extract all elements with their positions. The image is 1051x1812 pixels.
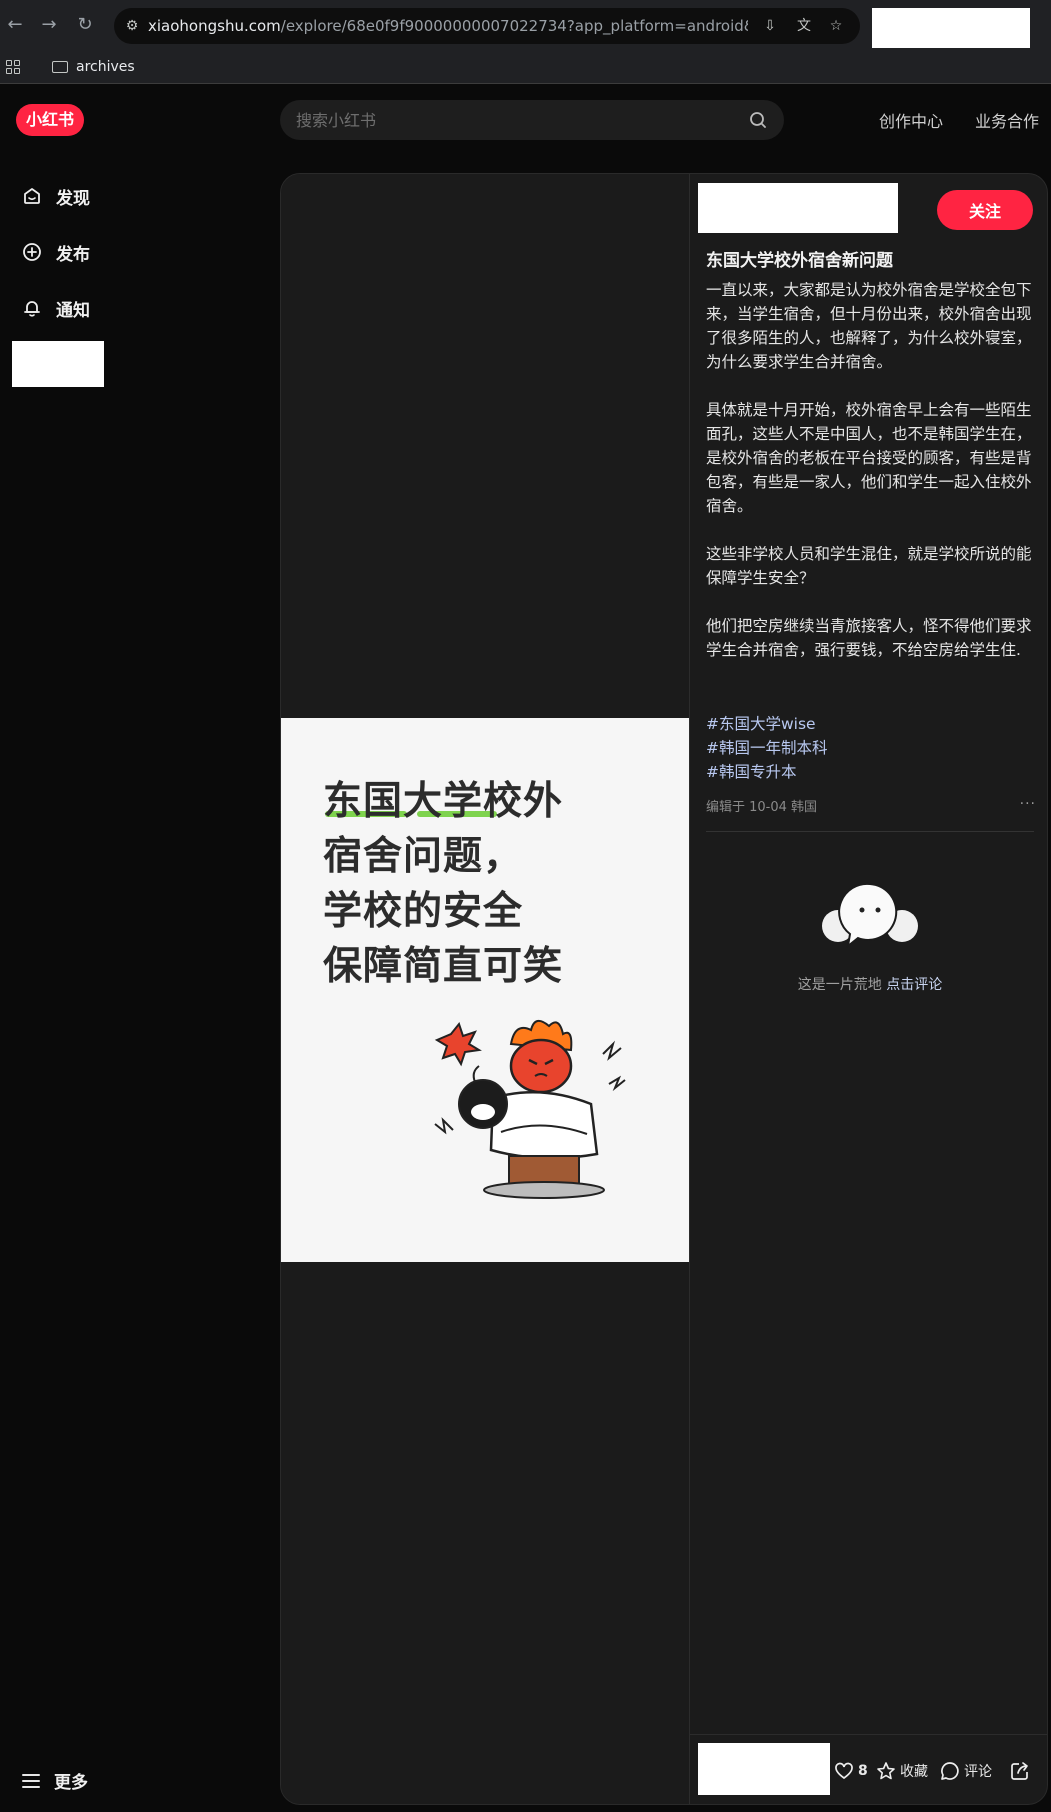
empty-comments-icon (822, 882, 918, 949)
address-bar[interactable]: ⚙ xiaohongshu.com/explore/68e0f9f9000000… (114, 8, 860, 44)
xiaohongshu-logo[interactable]: 小红书 (16, 104, 84, 136)
poster-line: 学校的安全 (323, 889, 524, 934)
note-info-panel: 关注 东国大学校外宿舍新问题 一直以来，大家都是认为校外宿舍是学校全包下来，当学… (689, 174, 1047, 1804)
tag-link[interactable]: #韩国专升本 (706, 760, 828, 784)
business-link[interactable]: 业务合作 (975, 108, 1039, 132)
star-icon[interactable]: ☆ (826, 16, 846, 36)
note-image[interactable]: 东国大学校外 宿舍问题， 学校的安全 保障简直可笑 (281, 718, 689, 1262)
back-icon[interactable]: ← (2, 12, 28, 38)
hamburger-icon (22, 1773, 40, 1788)
tag-link[interactable]: #东国大学wise (706, 712, 828, 736)
more-menu-button[interactable]: 更多 (22, 1768, 88, 1793)
share-button[interactable] (1010, 1761, 1030, 1781)
note-detail-card: 东国大学校外 宿舍问题， 学校的安全 保障简直可笑 关注 东国大学校外宿舍新问题… (280, 173, 1048, 1805)
note-description: 一直以来，大家都是认为校外宿舍是学校全包下来，当学生宿舍，但十月份出来，校外宿舍… (706, 278, 1032, 686)
url-text[interactable]: xiaohongshu.com/explore/68e0f9f900000000… (148, 17, 748, 35)
collect-label: 收藏 (900, 1764, 928, 1780)
comment-link[interactable]: 点击评论 (886, 977, 942, 993)
tag-link[interactable]: #韩国一年制本科 (706, 736, 828, 760)
creator-center-link[interactable]: 创作中心 (879, 108, 943, 132)
bell-icon (24, 301, 40, 317)
menu-icon[interactable]: ⋮ (1044, 14, 1051, 38)
reload-icon[interactable]: ↻ (72, 12, 98, 38)
share-icon (1011, 1762, 1028, 1780)
note-paragraph: 具体就是十月开始，校外宿舍早上会有一些陌生面孔，这些人不是中国人，也不是韩国学生… (706, 401, 1032, 515)
apps-icon[interactable] (6, 60, 20, 74)
sidebar-item-publish[interactable]: 发布 (22, 232, 90, 272)
comment-button[interactable]: 评论 (940, 1761, 992, 1781)
collect-button[interactable]: 收藏 (876, 1761, 928, 1781)
home-icon (24, 188, 40, 204)
sidebar-item-discover[interactable]: 发现 (22, 176, 90, 216)
empty-comments-text: 这是一片荒地 点击评论 (690, 974, 1047, 994)
install-icon[interactable]: ⇩ (760, 16, 780, 36)
angry-character-illustration (434, 1019, 626, 1199)
redacted-profile (872, 8, 1030, 48)
note-paragraph: 这些非学校人员和学生混住，就是学校所说的能保障学生安全？ (706, 545, 1032, 587)
bookmarks-bar: archives (0, 52, 1051, 84)
note-title: 东国大学校外宿舍新问题 (706, 251, 893, 271)
search-input[interactable] (296, 100, 726, 140)
folder-icon (52, 61, 68, 73)
sidebar-item-notifications[interactable]: 通知 (22, 288, 90, 328)
url-host: xiaohongshu.com (148, 17, 281, 35)
edit-date: 编辑于 10-04 韩国 (706, 800, 818, 815)
like-count: 8 (858, 1763, 868, 1779)
note-paragraph: 一直以来，大家都是认为校外宿舍是学校全包下来，当学生宿舍，但十月份出来，校外宿舍… (706, 281, 1032, 371)
poster-line: 宿舍问题， (323, 834, 524, 879)
sidebar-item-label: 通知 (56, 300, 90, 321)
sidebar-item-label: 发现 (56, 188, 90, 209)
comment-label: 评论 (964, 1764, 992, 1780)
note-paragraph: 他们把空房继续当青旅接客人，怪不得他们要求学生合并宿舍，强行要钱，不给空房给学生… (706, 617, 1032, 659)
poster-line: 东国大学校外 (323, 779, 564, 824)
url-path: /explore/68e0f9f90000000007022734?app_pl… (280, 17, 748, 35)
redacted-author[interactable] (698, 183, 898, 233)
like-button[interactable]: 8 (834, 1761, 868, 1781)
poster-line: 保障简直可笑 (323, 944, 564, 989)
note-media[interactable]: 东国大学校外 宿舍问题， 学校的安全 保障简直可笑 (281, 174, 689, 1804)
heart-icon (835, 1762, 853, 1780)
more-label: 更多 (54, 1773, 88, 1793)
search-icon[interactable] (749, 111, 767, 129)
browser-toolbar: ← → ↻ ⚙ xiaohongshu.com/explore/68e0f9f9… (0, 0, 1051, 52)
bookmark-folder-label: archives (76, 59, 135, 75)
edit-info: 编辑于 10-04 韩国 ··· (706, 796, 1036, 815)
site-settings-icon[interactable]: ⚙ (122, 16, 142, 36)
plus-square-icon (23, 243, 41, 261)
follow-button[interactable]: 关注 (937, 190, 1033, 230)
redacted-avatar[interactable] (12, 341, 104, 387)
more-options-icon[interactable]: ··· (1020, 796, 1036, 812)
translate-icon[interactable]: 文 (794, 16, 814, 36)
empty-label: 这是一片荒地 (797, 977, 882, 993)
search-box[interactable] (280, 100, 784, 140)
star-icon (877, 1762, 895, 1780)
comment-icon (941, 1762, 959, 1780)
forward-icon[interactable]: → (36, 12, 62, 38)
bookmark-folder[interactable]: archives (52, 59, 135, 75)
engagement-bar: 8 收藏 评论 (690, 1734, 1047, 1804)
tag-list: #东国大学wise #韩国一年制本科 #韩国专升本 (706, 712, 828, 784)
poster-headline: 东国大学校外 宿舍问题， 学校的安全 保障简直可笑 (323, 774, 563, 994)
sidebar-item-label: 发布 (56, 244, 90, 265)
redacted-comment-input[interactable] (698, 1743, 830, 1795)
divider (706, 831, 1034, 832)
